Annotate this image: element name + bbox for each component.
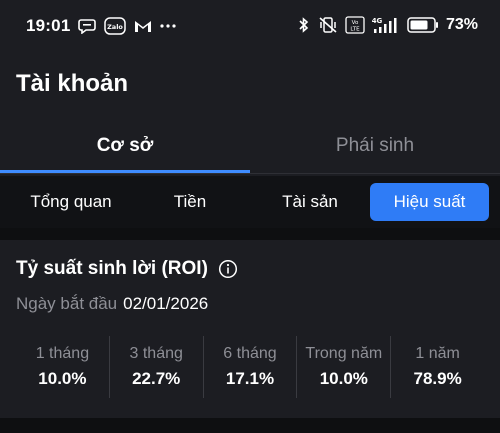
more-dots-icon [160,23,177,29]
start-date-row: Ngày bắt đầu 02/01/2026 [16,294,208,314]
period-label: 6 tháng [223,345,277,362]
info-icon[interactable] [218,259,238,279]
mute-vibrate-icon [318,16,338,34]
tab-phai-sinh[interactable]: Phái sinh [250,118,500,174]
period-value: 17.1% [225,369,275,388]
period-value: 22.7% [132,369,181,388]
account-tabs: Cơ sở Phái sinh [0,118,500,176]
roi-period-6-thang: 6 tháng 17.1% [204,336,298,398]
roi-card: Tỷ suất sinh lời (ROI) Ngày bắt đầu 02/0… [0,240,500,418]
start-date-value: 02/01/2026 [123,294,209,313]
svg-text:LTE: LTE [350,27,360,33]
section-separator [0,228,500,240]
roi-periods: 1 tháng 10.0% 3 tháng 22.7% 6 tháng 17.1… [16,336,484,398]
status-time: 19:01 [26,16,71,35]
period-label: Trong năm [305,345,383,362]
roi-period-trong-nam: Trong năm 10.0% [297,336,392,398]
tab-co-so[interactable]: Cơ sở [0,118,250,174]
roi-period-3-thang: 3 tháng 22.7% [110,336,204,398]
subtab-tai-san[interactable]: Tài sản [250,183,370,221]
period-label: 3 tháng [129,345,183,362]
subtab-hieu-suat[interactable]: Hiệu suất [370,183,489,221]
period-value: 10.0% [319,369,368,388]
zalo-text: Zalo [108,23,124,31]
period-label: 1 năm [415,345,460,362]
start-date-label: Ngày bắt đầu [16,294,118,313]
sub-tabs: Tổng quan Tiền Tài sản Hiệu suất [0,176,500,228]
subtab-tong-quan[interactable]: Tổng quan [12,183,130,221]
period-value: 78.9% [413,369,462,388]
network-type-text: 4G [372,17,383,25]
tabs-divider [0,173,500,174]
svg-text:Vo: Vo [352,20,359,26]
roi-period-1-thang: 1 tháng 10.0% [16,336,110,398]
battery-percent: 73% [445,16,478,33]
roi-period-1-nam: 1 năm 78.9% [391,336,484,398]
bottom-separator [0,418,500,433]
roi-title-row: Tỷ suất sinh lời (ROI) [16,258,238,280]
status-bar: 19:01 Zalo Vo LTE 4G 73% [0,0,500,56]
subtab-tien[interactable]: Tiền [136,183,244,221]
4g-signal-icon: 4G [372,16,400,34]
page-title: Tài khoản [16,70,129,97]
chat-bubble-icon [78,18,97,34]
period-value: 10.0% [38,369,87,388]
zalo-icon: Zalo [104,17,127,35]
bluetooth-icon [297,16,311,34]
gmail-icon [134,19,152,33]
battery-icon [407,17,439,33]
status-bar-left: 19:01 Zalo [26,16,177,36]
status-bar-right: Vo LTE 4G 73% [297,16,478,34]
volte-icon: Vo LTE [345,16,365,34]
period-label: 1 tháng [35,345,90,362]
roi-title: Tỷ suất sinh lời (ROI) [16,258,208,279]
